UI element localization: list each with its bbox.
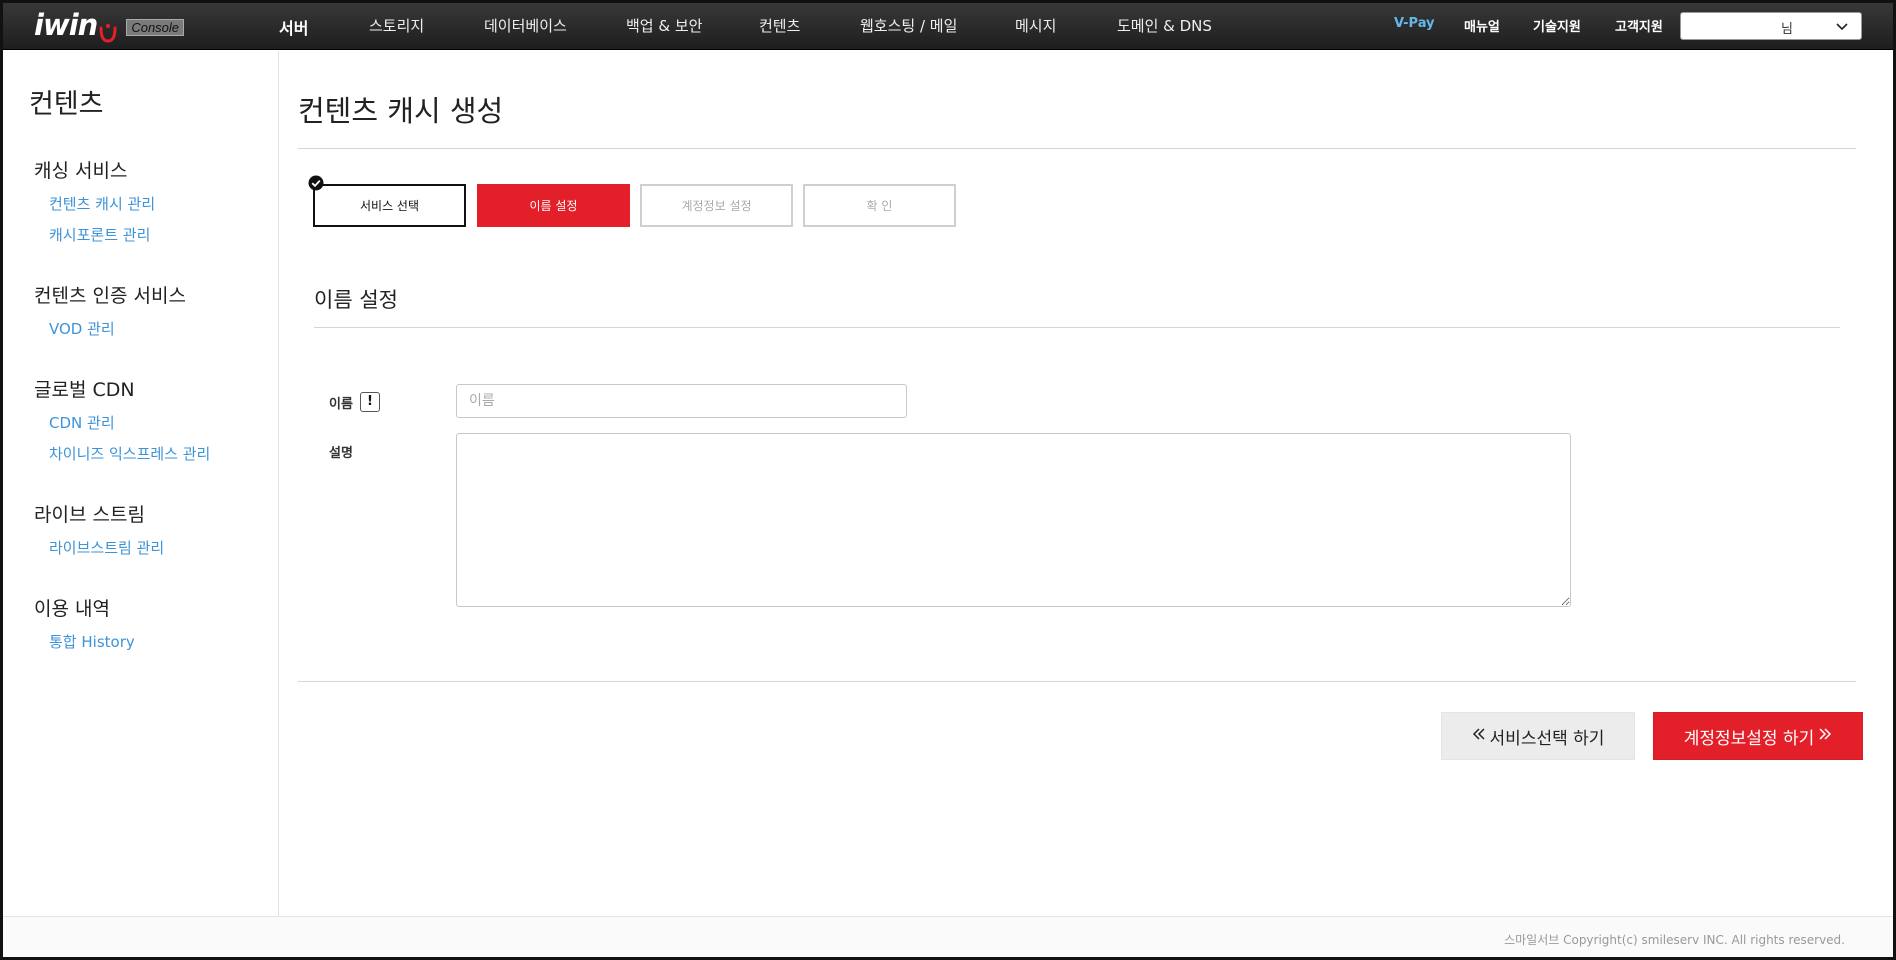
nav-item-contents[interactable]: 컨텐츠 bbox=[759, 15, 800, 36]
page-title: 컨텐츠 캐시 생성 bbox=[298, 94, 504, 128]
nav-item-manual[interactable]: 매뉴얼 bbox=[1464, 16, 1500, 35]
sidebar-item-cdn[interactable]: CDN 관리 bbox=[49, 412, 115, 433]
nav-item-customer-support[interactable]: 고객지원 bbox=[1615, 16, 1663, 35]
check-circle-icon bbox=[308, 175, 324, 191]
sidebar-item-chinese-express[interactable]: 차이니즈 익스프레스 관리 bbox=[49, 443, 210, 464]
step-account-setting: 계정정보 설정 bbox=[640, 184, 793, 227]
smile-logo-icon bbox=[98, 20, 118, 43]
double-chevron-left-icon bbox=[1472, 726, 1486, 746]
user-name: 님 bbox=[1781, 22, 1793, 37]
section-divider bbox=[314, 327, 1840, 328]
sidebar-group-caching: 캐싱 서비스 bbox=[34, 160, 128, 182]
prev-step-label: 서비스선택 하기 bbox=[1489, 728, 1605, 749]
sidebar-item-vod[interactable]: VOD 관리 bbox=[49, 318, 115, 339]
nav-item-domain-dns[interactable]: 도메인 & DNS bbox=[1117, 15, 1212, 36]
user-dropdown[interactable]: 님 bbox=[1680, 12, 1862, 40]
sidebar-item-history[interactable]: 통합 History bbox=[49, 631, 135, 652]
sidebar-item-contents-cache[interactable]: 컨텐츠 캐시 관리 bbox=[49, 193, 155, 214]
description-textarea[interactable] bbox=[456, 433, 1571, 607]
sidebar-item-live-stream[interactable]: 라이브스트림 관리 bbox=[49, 537, 164, 558]
sidebar-group-global-cdn: 글로벌 CDN bbox=[34, 379, 135, 401]
nav-item-backup-security[interactable]: 백업 & 보안 bbox=[626, 15, 702, 36]
nav-item-server[interactable]: 서버 bbox=[279, 15, 308, 39]
nav-item-webhosting-mail[interactable]: 웹호스팅 / 메일 bbox=[860, 15, 957, 36]
sidebar-group-usage: 이용 내역 bbox=[34, 598, 110, 620]
top-navigation-bar: iwin Console 서버 스토리지 데이터베이스 백업 & 보안 컨텐츠 … bbox=[0, 0, 1896, 50]
logo[interactable]: iwin Console bbox=[34, 8, 185, 43]
nav-item-message[interactable]: 메시지 bbox=[1015, 15, 1056, 36]
exclamation-icon[interactable]: ! bbox=[360, 392, 380, 412]
next-step-button[interactable]: 계정정보설정 하기 bbox=[1653, 712, 1863, 760]
name-input[interactable] bbox=[456, 384, 907, 418]
logo-text: iwin bbox=[34, 8, 98, 42]
sidebar-group-live-stream: 라이브 스트림 bbox=[34, 504, 145, 526]
sidebar-title: 컨텐츠 bbox=[29, 89, 104, 120]
nav-item-tech-support[interactable]: 기술지원 bbox=[1533, 16, 1581, 35]
next-step-label: 계정정보설정 하기 bbox=[1683, 728, 1815, 749]
footer: 스마일서브 Copyright(c) smileserv INC. All ri… bbox=[3, 916, 1893, 957]
sidebar-group-auth: 컨텐츠 인증 서비스 bbox=[34, 285, 186, 307]
sidebar: 컨텐츠 캐싱 서비스 컨텐츠 캐시 관리 캐시포론트 관리 컨텐츠 인증 서비스… bbox=[3, 51, 279, 916]
console-badge: Console bbox=[126, 19, 185, 36]
step-confirm: 확 인 bbox=[803, 184, 956, 227]
name-label: 이름 bbox=[329, 397, 353, 412]
nav-item-vpay[interactable]: V-Pay bbox=[1394, 16, 1435, 31]
chevron-down-icon bbox=[1835, 19, 1849, 38]
double-chevron-right-icon bbox=[1818, 726, 1832, 746]
title-divider bbox=[298, 148, 1856, 149]
section-title: 이름 설정 bbox=[314, 288, 398, 312]
nav-item-storage[interactable]: 스토리지 bbox=[369, 15, 424, 36]
prev-step-button[interactable]: 서비스선택 하기 bbox=[1441, 712, 1635, 760]
copyright-text: 스마일서브 Copyright(c) smileserv INC. All ri… bbox=[1504, 933, 1845, 947]
step-service-select[interactable]: 서비스 선택 bbox=[313, 184, 466, 227]
description-label: 설명 bbox=[329, 446, 353, 461]
nav-item-database[interactable]: 데이터베이스 bbox=[484, 15, 567, 36]
sidebar-item-cachefront[interactable]: 캐시포론트 관리 bbox=[49, 224, 150, 245]
form-divider bbox=[298, 681, 1856, 682]
step-name-setting: 이름 설정 bbox=[477, 184, 630, 227]
